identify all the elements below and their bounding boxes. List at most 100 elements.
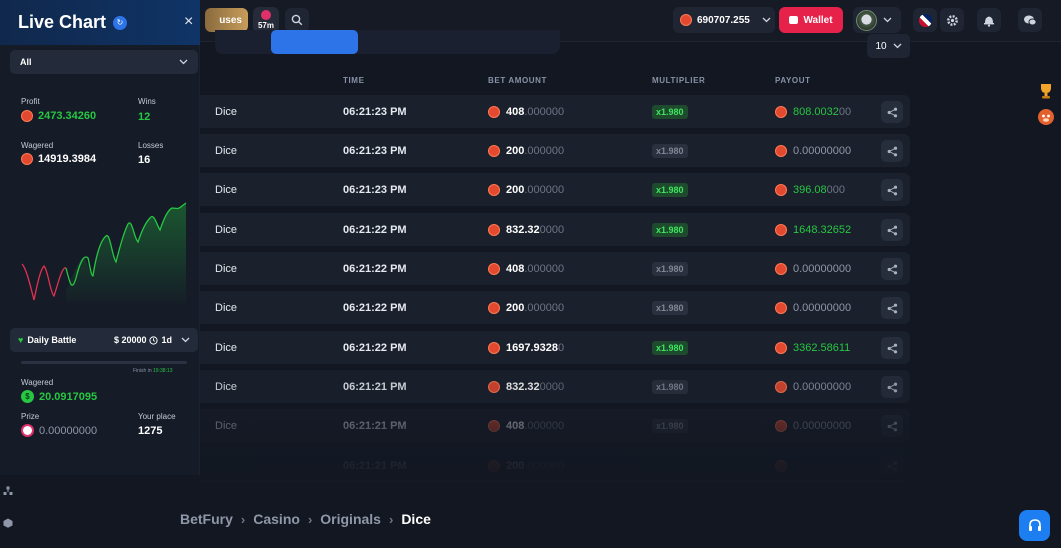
table-row[interactable]: Dice 06:21:21 PM 832.320000 x1.980 0.0000000… (200, 370, 910, 403)
rows-per-page-select[interactable]: 10 (867, 34, 910, 58)
table-row[interactable]: Dice 06:21:23 PM 408.000000 x1.980 808.00320… (200, 95, 910, 128)
bfg-coin-icon (775, 380, 787, 393)
bet-amount: 832.320000 (488, 213, 564, 246)
share-button[interactable] (881, 101, 903, 123)
table-row[interactable]: Dice 06:21:22 PM 1697.93280 x1.980 3362.5861… (200, 331, 910, 364)
game-name[interactable]: Dice (215, 370, 237, 403)
share-icon (887, 146, 897, 156)
daily-battle-select[interactable]: ♥ Daily Battle $ 20000 1d (10, 328, 198, 352)
bfg-coin-icon (488, 223, 500, 236)
avatar (856, 9, 877, 31)
trophy-icon[interactable] (1037, 82, 1055, 100)
dollar-coin-icon: $ (21, 390, 34, 403)
tab-my-bets[interactable] (271, 30, 358, 54)
timer-label: 57m (257, 21, 274, 30)
bet-amount: 200.000000 (488, 291, 564, 324)
bell-icon (984, 16, 994, 27)
bfg-coin-icon (488, 459, 500, 472)
fox-mascot-icon[interactable] (1037, 108, 1055, 126)
payout: 0.00000000 (775, 252, 851, 285)
game-name[interactable]: Dice (215, 173, 237, 206)
bet-time: 06:21:22 PM (343, 341, 407, 354)
share-button[interactable] (881, 258, 903, 280)
live-chart-info-icon[interactable]: ↻ (113, 15, 128, 30)
game-name[interactable]: Dice (215, 252, 237, 285)
gear-icon (946, 14, 958, 26)
breadcrumb: BetFury › Casino › Originals › Dice (180, 511, 431, 527)
game-name[interactable]: Dice (215, 134, 237, 167)
share-button[interactable] (881, 297, 903, 319)
wallet-button[interactable]: Wallet (779, 7, 843, 33)
battle-prize-pool: $ 20000 1d (114, 335, 190, 345)
search-button[interactable] (285, 8, 309, 32)
headset-icon (1028, 518, 1041, 531)
language-button[interactable] (913, 8, 937, 32)
bet-amount: 408.000000 (488, 252, 564, 285)
chat-icon (1024, 15, 1037, 25)
bet-amount: 200.000000 (488, 173, 564, 206)
bfg-coin-icon (775, 419, 787, 432)
bet-time: 06:21:22 PM (343, 223, 407, 236)
bfg-coin-icon (775, 301, 787, 314)
share-icon (887, 107, 897, 117)
breadcrumb-item-betfury[interactable]: BetFury (180, 511, 233, 527)
chevron-down-icon (883, 17, 892, 23)
column-header-bet-amount: BET AMOUNT (488, 76, 548, 85)
share-icon (887, 185, 897, 195)
bonuses-button[interactable]: uses (205, 8, 248, 32)
table-row[interactable]: Dice 06:21:22 PM 408.000000 x1.980 0.0000000… (200, 252, 910, 285)
support-button[interactable] (1019, 510, 1050, 541)
bfg-coin-icon (775, 341, 787, 354)
bfg-coin-icon (488, 419, 500, 432)
table-row[interactable]: 06:21:21 PM 200.000000 (200, 449, 910, 482)
battle-wagered-label: Wagered (21, 378, 54, 387)
wins-value: 12 (138, 111, 151, 123)
share-button[interactable] (881, 415, 903, 437)
share-button[interactable] (881, 140, 903, 162)
game-name[interactable]: Dice (215, 213, 237, 246)
bfg-coin-icon (680, 14, 692, 26)
share-icon (887, 225, 897, 235)
losses-label: Losses (138, 141, 164, 150)
share-button[interactable] (881, 179, 903, 201)
chevron-right-icon: › (240, 511, 246, 527)
cube-icon[interactable] (3, 518, 13, 528)
search-icon (291, 14, 303, 26)
battle-icon: ♥ (18, 335, 24, 345)
game-name[interactable]: Dice (215, 409, 237, 442)
multiplier: x1.980 (652, 331, 688, 364)
game-name[interactable]: Dice (215, 331, 237, 364)
table-row[interactable]: Dice 06:21:22 PM 832.320000 x1.980 1648.3265… (200, 213, 910, 246)
breadcrumb-item-casino[interactable]: Casino (253, 511, 300, 527)
share-button[interactable] (881, 455, 903, 477)
breadcrumb-item-originals[interactable]: Originals (320, 511, 381, 527)
share-button[interactable] (881, 376, 903, 398)
share-button[interactable] (881, 337, 903, 359)
multiplier: x1.980 (652, 213, 688, 246)
payout: 808.003200 (775, 95, 851, 128)
table-row[interactable]: Dice 06:21:23 PM 200.000000 x1.980 0.0000000… (200, 134, 910, 167)
your-place-value: 1275 (138, 425, 163, 437)
table-row[interactable]: Dice 06:21:23 PM 200.000000 x1.980 396.08000 (200, 173, 910, 206)
game-name[interactable]: Dice (215, 291, 237, 324)
profile-menu[interactable] (853, 7, 901, 33)
share-icon (887, 303, 897, 313)
share-button[interactable] (881, 219, 903, 241)
stats-icon[interactable] (3, 486, 13, 496)
chevron-down-icon (893, 43, 902, 49)
settings-button[interactable] (940, 8, 964, 32)
close-button[interactable]: × (184, 13, 193, 31)
bfg-coin-icon (488, 144, 500, 157)
multiplier: x1.980 (652, 370, 688, 403)
notifications-button[interactable] (977, 8, 1001, 32)
balance-selector[interactable]: 690707.255 (673, 7, 775, 33)
multiplier-badge: x1.980 (652, 104, 688, 119)
filter-select[interactable]: All (10, 50, 198, 74)
table-row[interactable]: Dice 06:21:21 PM 408.000000 x1.980 0.0000000… (200, 409, 910, 442)
chat-button[interactable] (1018, 8, 1042, 32)
your-place-label: Your place (138, 412, 176, 421)
chevron-right-icon: › (388, 511, 394, 527)
bfg-coin-icon (775, 144, 787, 157)
game-name[interactable]: Dice (215, 95, 237, 128)
table-row[interactable]: Dice 06:21:22 PM 200.000000 x1.980 0.0000000… (200, 291, 910, 324)
